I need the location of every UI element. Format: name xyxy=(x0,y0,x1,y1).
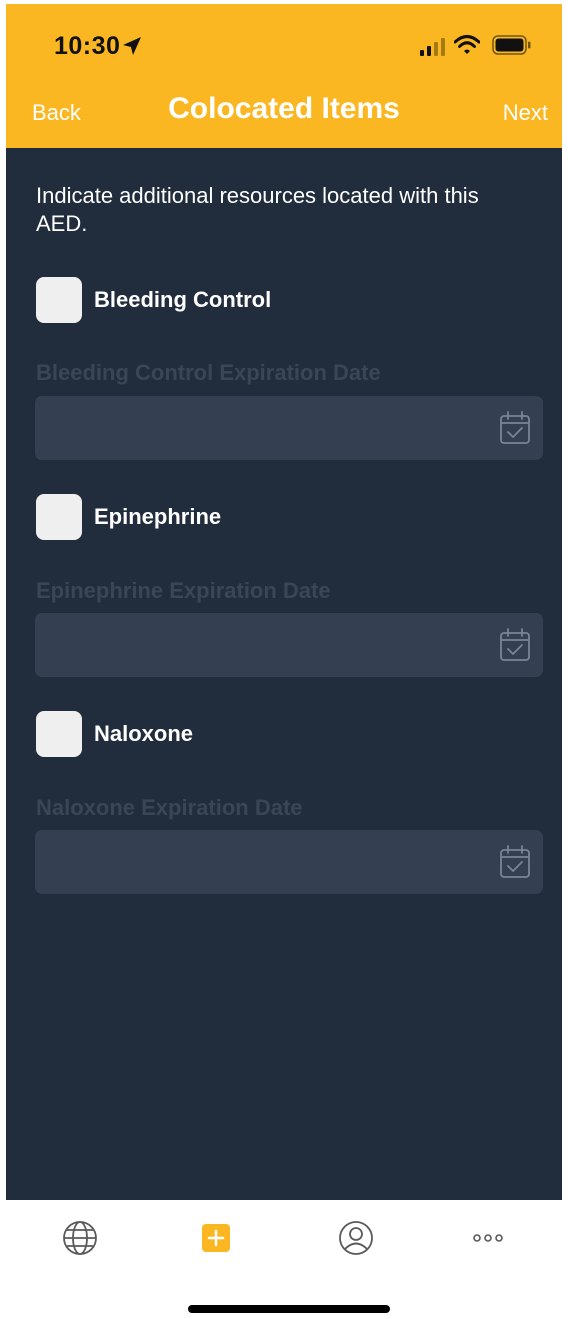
epinephrine-checkbox[interactable] xyxy=(36,494,82,540)
naloxone-date-field[interactable] xyxy=(35,830,543,894)
page-title: Colocated Items xyxy=(168,92,400,125)
globe-icon[interactable] xyxy=(60,1218,100,1258)
more-icon[interactable] xyxy=(468,1218,508,1258)
naloxone-checkbox-row[interactable]: Naloxone xyxy=(36,711,516,757)
app-screen: 10:30 Back Colocated Items Next Indicate… xyxy=(6,4,562,1319)
epinephrine-label: Epinephrine xyxy=(94,504,222,529)
next-button[interactable]: Next xyxy=(503,100,548,126)
form-content: Indicate additional resources located wi… xyxy=(6,148,562,1200)
bleeding-control-checkbox[interactable] xyxy=(36,277,82,323)
profile-icon[interactable] xyxy=(336,1218,376,1258)
epinephrine-date-field[interactable] xyxy=(35,613,543,677)
calendar-check-icon[interactable] xyxy=(499,845,531,879)
home-indicator[interactable] xyxy=(188,1305,390,1313)
epinephrine-checkbox-row[interactable]: Epinephrine xyxy=(36,494,516,540)
cellular-signal-icon xyxy=(420,38,445,56)
header: 10:30 Back Colocated Items Next xyxy=(6,4,562,148)
location-arrow-icon xyxy=(123,37,141,55)
epinephrine-date-label: Epinephrine Expiration Date xyxy=(36,578,331,603)
bleeding-control-date-label: Bleeding Control Expiration Date xyxy=(36,360,381,385)
bleeding-control-label: Bleeding Control xyxy=(94,287,272,312)
calendar-check-icon[interactable] xyxy=(499,628,531,662)
add-icon[interactable] xyxy=(196,1218,236,1258)
naloxone-checkbox[interactable] xyxy=(36,711,82,757)
battery-icon xyxy=(492,35,531,55)
wifi-icon xyxy=(454,35,480,54)
naloxone-date-label: Naloxone Expiration Date xyxy=(36,795,303,820)
status-time: 10:30 xyxy=(54,32,121,60)
bleeding-control-date-field[interactable] xyxy=(35,396,543,460)
calendar-check-icon[interactable] xyxy=(499,411,531,445)
back-button[interactable]: Back xyxy=(32,100,81,126)
bleeding-control-checkbox-row[interactable]: Bleeding Control xyxy=(36,277,516,323)
tab-bar xyxy=(6,1200,562,1319)
naloxone-label: Naloxone xyxy=(94,721,194,746)
intro-text: Indicate additional resources located wi… xyxy=(36,183,479,236)
status-bar: 10:30 xyxy=(6,4,562,92)
